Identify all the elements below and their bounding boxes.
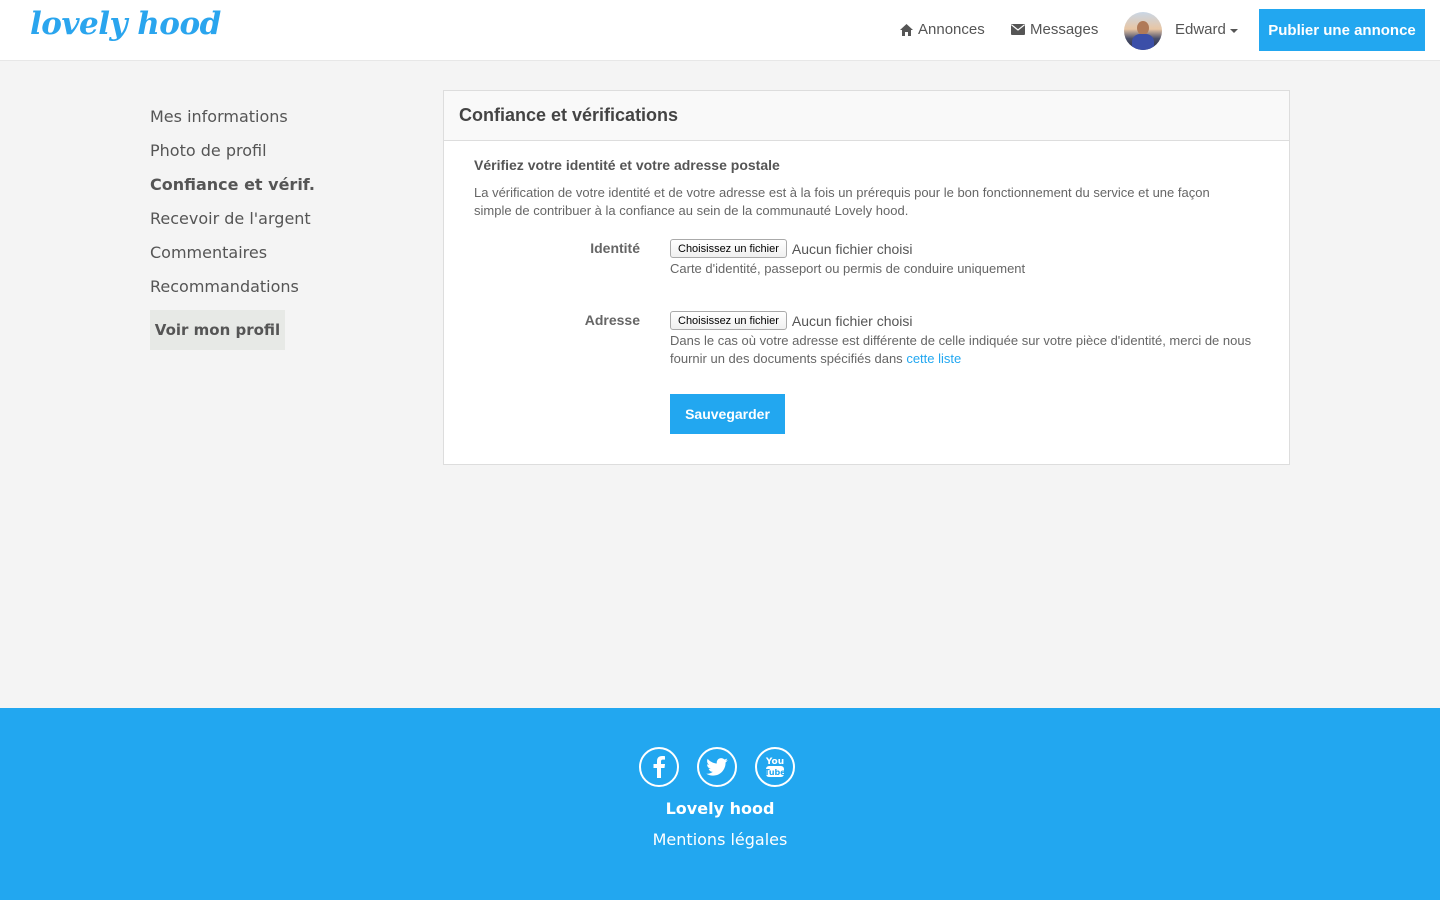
address-choose-file-button[interactable]: Choisissez un fichier (670, 311, 787, 330)
identity-help-text: Carte d'identité, passeport ou permis de… (670, 261, 1026, 276)
view-profile-button[interactable]: Voir mon profil (150, 310, 285, 350)
identity-label: Identité (590, 240, 640, 256)
document-list-link[interactable]: cette liste (906, 351, 961, 366)
twitter-icon[interactable] (697, 747, 737, 787)
svg-text:You: You (765, 757, 784, 767)
address-help-text: Dans le cas où votre adresse est différe… (670, 332, 1270, 368)
address-file-input[interactable]: Choisissez un fichier Aucun fichier choi… (670, 311, 913, 330)
youtube-icon[interactable]: You Tube (755, 747, 795, 787)
verification-panel: Confiance et vérifications Vérifiez votr… (443, 90, 1290, 465)
sidebar-item-mes-informations[interactable]: Mes informations (150, 104, 390, 138)
legal-notice-link[interactable]: Mentions légales (0, 830, 1440, 849)
sidebar-item-recommandations[interactable]: Recommandations (150, 274, 390, 308)
caret-down-icon (1229, 28, 1238, 33)
identity-file-status: Aucun fichier choisi (791, 240, 913, 257)
user-name: Edward (1175, 21, 1226, 38)
sidebar-item-recevoir-argent[interactable]: Recevoir de l'argent (150, 206, 390, 240)
nav-annonces-label: Annonces (918, 21, 985, 38)
avatar[interactable] (1124, 12, 1162, 50)
svg-text:Tube: Tube (764, 768, 786, 777)
user-menu-dropdown[interactable]: Edward (1175, 21, 1238, 38)
envelope-icon (1011, 24, 1025, 35)
identity-file-input[interactable]: Choisissez un fichier Aucun fichier choi… (670, 239, 913, 258)
nav-annonces-link[interactable]: Annonces (900, 21, 985, 38)
save-button[interactable]: Sauvegarder (670, 394, 785, 434)
facebook-icon[interactable] (639, 747, 679, 787)
nav-messages-label: Messages (1030, 21, 1099, 38)
footer-brand: Lovely hood (665, 799, 775, 818)
nav-messages-link[interactable]: Messages (1011, 21, 1098, 38)
logo[interactable]: lovely hood (30, 6, 221, 42)
footer: You Tube Lovely hood Mentions légales (0, 708, 1440, 900)
sidebar-item-confiance[interactable]: Confiance et vérif. (150, 172, 390, 206)
address-label: Adresse (584, 312, 640, 328)
section-title: Vérifiez votre identité et votre adresse… (474, 157, 780, 173)
sidebar-item-photo-de-profil[interactable]: Photo de profil (150, 138, 390, 172)
address-file-status: Aucun fichier choisi (791, 312, 913, 329)
home-icon (900, 23, 913, 36)
publish-listing-button[interactable]: Publier une annonce (1259, 9, 1425, 51)
settings-sidebar: Mes informations Photo de profil Confian… (150, 104, 390, 350)
identity-choose-file-button[interactable]: Choisissez un fichier (670, 239, 787, 258)
sidebar-item-commentaires[interactable]: Commentaires (150, 240, 390, 274)
panel-title: Confiance et vérifications (444, 91, 1289, 141)
top-navbar: lovely hood Annonces Messages Edward Pub… (0, 0, 1440, 61)
social-links: You Tube (639, 747, 795, 787)
section-description: La vérification de votre identité et de … (474, 185, 1210, 218)
